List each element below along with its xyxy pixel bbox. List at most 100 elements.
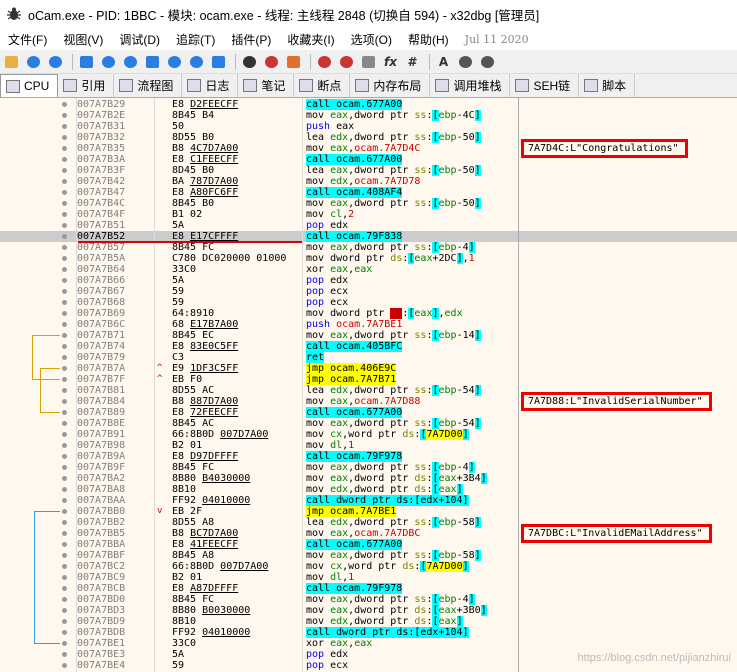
function-icon[interactable]: fx [381, 53, 400, 71]
breakpoint-dot[interactable] [62, 245, 67, 250]
breakpoint-dot[interactable] [62, 575, 67, 580]
breakpoint-dot[interactable] [62, 289, 67, 294]
disasm-row[interactable]: 007A7BD0 8B45 FC mov eax,dword ptr ss:[ebp… [0, 594, 737, 605]
breakpoint-dot[interactable] [62, 201, 67, 206]
disasm-row[interactable]: 007A7BA2 8B80 B4030000 mov eax,dword ptr d… [0, 473, 737, 484]
breakpoint-dot[interactable] [62, 487, 67, 492]
breakpoint-dot[interactable] [62, 454, 67, 459]
tab-1[interactable]: 引用 [58, 74, 115, 97]
breakpoint-dot[interactable] [62, 212, 67, 217]
breakpoint-dot[interactable] [62, 630, 67, 635]
breakpoint-dot[interactable] [62, 344, 67, 349]
breakpoint-dot[interactable] [62, 542, 67, 547]
breakpoint-dot[interactable] [62, 113, 67, 118]
disasm-row[interactable]: 007A7B9F 8B45 FC mov eax,dword ptr ss:[ebp… [0, 462, 737, 473]
disasm-row[interactable]: 007A7B31 50 push eax [0, 121, 737, 132]
tab-0[interactable]: CPU [0, 74, 59, 97]
menu-item-1[interactable]: 视图(V) [55, 31, 111, 48]
breakpoint-dot[interactable] [62, 223, 67, 228]
patch-icon[interactable] [284, 53, 303, 71]
open-icon[interactable] [2, 53, 21, 71]
breakpoint-dot[interactable] [62, 608, 67, 613]
menu-item-3[interactable]: 追踪(T) [168, 31, 223, 48]
breakpoint-dot[interactable] [62, 564, 67, 569]
disasm-row[interactable]: 007A7B8E 8B45 AC mov eax,dword ptr ss:[ebp… [0, 418, 737, 429]
disasm-row[interactable]: 007A7BA8 8B10 mov edx,dword ptr ds:[eax] [0, 484, 737, 495]
breakpoint-dot[interactable] [62, 267, 67, 272]
disasm-row[interactable]: 007A7B69 64:8910 mov dword ptr fs:[eax],ed… [0, 308, 737, 319]
tab-3[interactable]: 日志 [182, 74, 239, 97]
tab-6[interactable]: 内存布局 [350, 74, 431, 97]
tab-8[interactable]: SEH链 [510, 74, 580, 97]
animate-into-icon[interactable] [165, 53, 184, 71]
breakpoint-dot[interactable] [62, 520, 67, 525]
calculator-icon[interactable] [456, 53, 475, 71]
disasm-row[interactable]: 007A7BD9 8B10 mov edx,dword ptr ds:[eax] [0, 616, 737, 627]
breakpoint-dot[interactable] [62, 531, 67, 536]
breakpoint-dot[interactable] [62, 234, 67, 239]
breakpoint-dot[interactable] [62, 102, 67, 107]
menu-item-4[interactable]: 插件(P) [223, 31, 279, 48]
breakpoint-dot[interactable] [62, 168, 67, 173]
breakpoint-dot[interactable] [62, 256, 67, 261]
disasm-row[interactable]: 007A7B29 E8 D2FEECFF call ocam.677A00 [0, 99, 737, 110]
disasm-row[interactable]: 007A7B9A E8 D97DFFFF call ocam.79F978 [0, 451, 737, 462]
disasm-row[interactable]: 007A7B79 C3 ret [0, 352, 737, 363]
breakpoint-dot[interactable] [62, 476, 67, 481]
breakpoint-dot[interactable] [62, 311, 67, 316]
breakpoint-dot[interactable] [62, 190, 67, 195]
menu-item-0[interactable]: 文件(F) [0, 31, 55, 48]
breakpoint-dot[interactable] [62, 179, 67, 184]
hash-icon[interactable]: # [403, 53, 422, 71]
step-over-icon[interactable] [143, 53, 162, 71]
tab-5[interactable]: 断点 [294, 74, 351, 97]
menu-item-6[interactable]: 选项(O) [343, 31, 400, 48]
run-icon[interactable] [77, 53, 96, 71]
disasm-row[interactable]: 007A7BD3 8B80 B0030000 mov eax,dword ptr d… [0, 605, 737, 616]
disasm-row[interactable]: 007A7B3F 8D45 B0 lea eax,dword ptr ss:[ebp… [0, 165, 737, 176]
breakpoint-dot[interactable] [62, 597, 67, 602]
breakpoint-dot[interactable] [62, 366, 67, 371]
breakpoint-dot[interactable] [62, 377, 67, 382]
breakpoint-dot[interactable] [62, 586, 67, 591]
breakpoint-dot[interactable] [62, 278, 67, 283]
settings-icon[interactable] [478, 53, 497, 71]
disasm-row[interactable]: 007A7B98 B2 01 mov dl,1 [0, 440, 737, 451]
breakpoint-dot[interactable] [62, 443, 67, 448]
breakpoint-dot[interactable] [62, 135, 67, 140]
breakpoint-dot[interactable] [62, 421, 67, 426]
scylla-icon[interactable] [262, 53, 281, 71]
disasm-row[interactable]: 007A7BAA FF92 04010000 call dword ptr ds:[… [0, 495, 737, 506]
disasm-row[interactable]: 007A7BBF 8B45 A8 mov eax,dword ptr ss:[ebp… [0, 550, 737, 561]
disasm-row[interactable]: 007A7BC9 B2 01 mov dl,1 [0, 572, 737, 583]
disassembly-view[interactable]: 007A7B29 E8 D2FEECFF call ocam.677A00 007A7… [0, 98, 737, 672]
comment-icon[interactable] [337, 53, 356, 71]
breakpoint-dot[interactable] [62, 300, 67, 305]
disasm-row[interactable]: 007A7BE1 33C0 xor eax,eax [0, 638, 737, 649]
breakpoint-dot[interactable] [62, 553, 67, 558]
breakpoint-dot[interactable] [62, 432, 67, 437]
disasm-row[interactable]: 007A7B5A C780 DC020000 01000 mov dword ptr… [0, 253, 737, 264]
disasm-row[interactable]: 007A7BC2 66:8B0D 007D7A00 mov cx,word ptr … [0, 561, 737, 572]
breakpoint-dot[interactable] [62, 465, 67, 470]
disasm-row[interactable]: 007A7B47 E8 A80FC6FF call ocam.408AF4 [0, 187, 737, 198]
menu-item-7[interactable]: 帮助(H) [400, 31, 457, 48]
disasm-row[interactable]: 007A7B68 59 pop ecx [0, 297, 737, 308]
breakpoint-dot[interactable] [62, 146, 67, 151]
close-icon[interactable] [46, 53, 65, 71]
breakpoint-dot[interactable] [62, 498, 67, 503]
disasm-row[interactable]: 007A7B91 66:8B0D 007D7A00 mov cx,word ptr … [0, 429, 737, 440]
disasm-row[interactable]: 007A7B74 E8 83E0C5FF call ocam.405BFC [0, 341, 737, 352]
breakpoint-dot[interactable] [62, 619, 67, 624]
breakpoint-dot[interactable] [62, 663, 67, 668]
bookmark-icon[interactable] [315, 53, 334, 71]
disasm-row[interactable]: 007A7B57 8B45 FC mov eax,dword ptr ss:[ebp… [0, 242, 737, 253]
tab-2[interactable]: 流程图 [114, 74, 183, 97]
breakpoint-dot[interactable] [62, 333, 67, 338]
animate-over-icon[interactable] [187, 53, 206, 71]
breakpoint-dot[interactable] [62, 124, 67, 129]
disasm-row[interactable]: 007A7B2E 8B45 B4 mov eax,dword ptr ss:[ebp… [0, 110, 737, 121]
disasm-row[interactable]: 007A7B7A ^ E9 1DF3C5FF jmp ocam.406E9C [0, 363, 737, 374]
disasm-row[interactable]: 007A7BB0 v EB 2F jmp ocam.7A7BE1 [0, 506, 737, 517]
tab-7[interactable]: 调用堆栈 [430, 74, 511, 97]
